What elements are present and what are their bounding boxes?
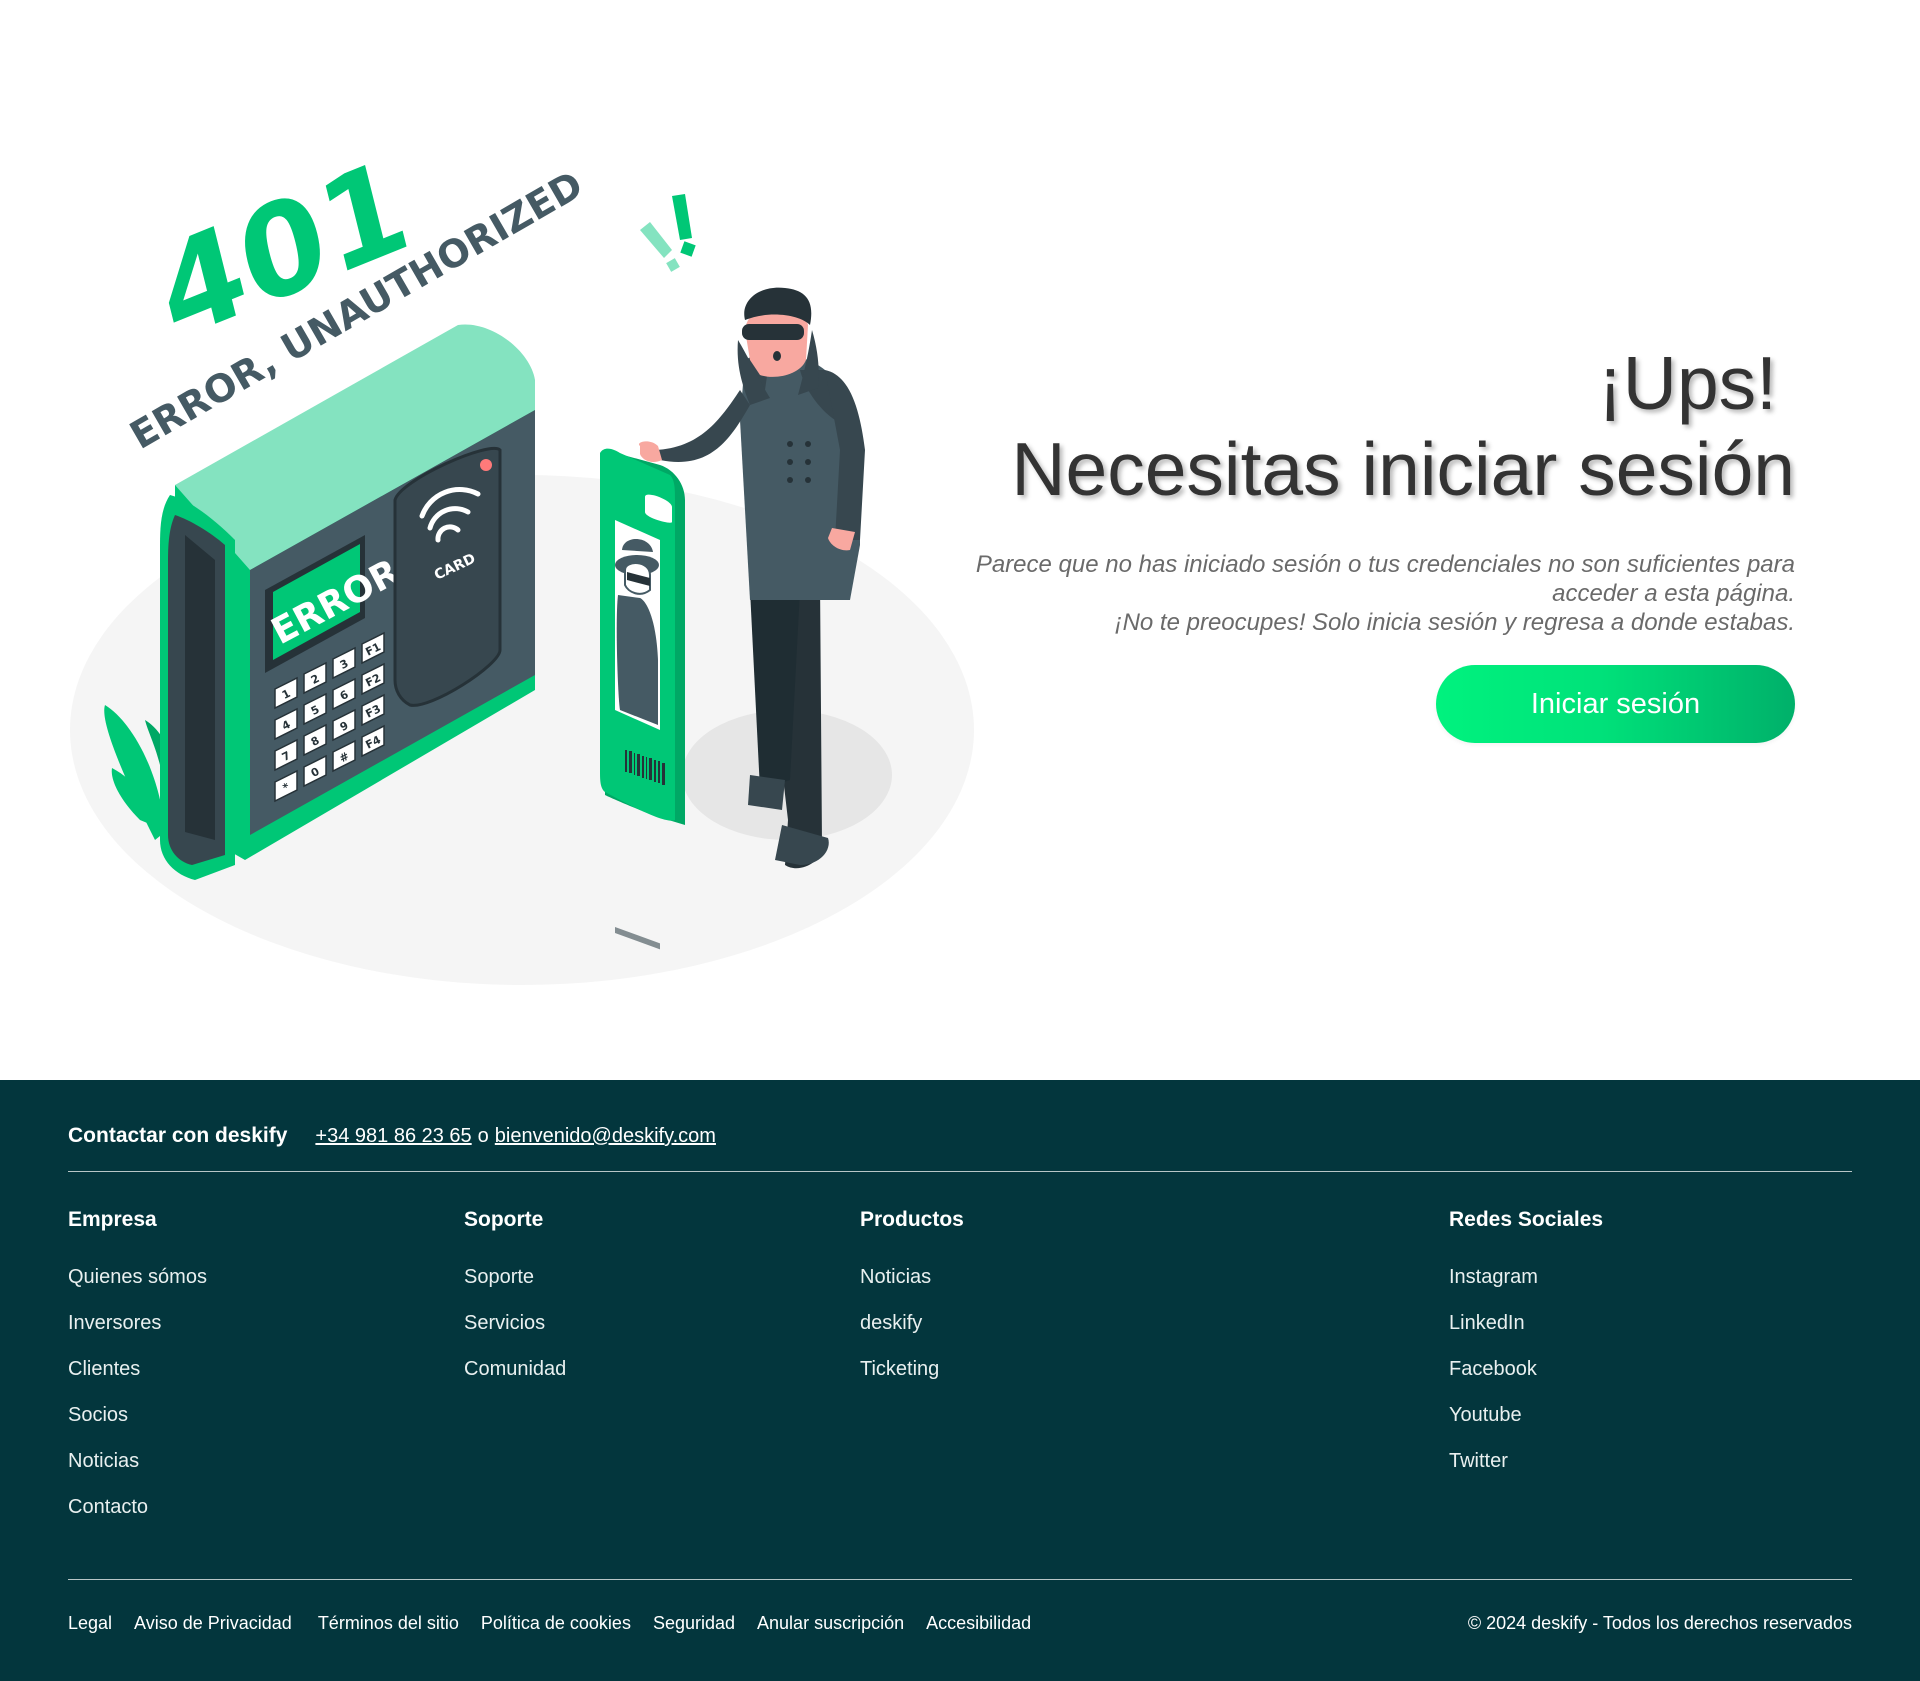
footer-divider-top [68, 1171, 1852, 1172]
accessibility-link[interactable]: Accesibilidad [926, 1613, 1031, 1634]
column-title: Redes Sociales [1449, 1208, 1604, 1231]
list-item: Clientes [68, 1346, 207, 1392]
list-item: Facebook [1449, 1346, 1603, 1392]
security-link[interactable]: Seguridad [653, 1613, 735, 1634]
footer-column-soporte: Soporte Soporte Servicios Comunidad [464, 1207, 566, 1392]
footer-column-redes-sociales: Redes Sociales Instagram LinkedIn Facebo… [1449, 1207, 1603, 1484]
description-line-1: Parece que no has iniciado sesión o tus … [975, 551, 1795, 578]
unsubscribe-link[interactable]: Anular suscripción [757, 1613, 904, 1634]
list-item: Instagram [1449, 1254, 1603, 1300]
footer-column-empresa: Empresa Quienes sómos Inversores Cliente… [68, 1207, 207, 1530]
footer-link[interactable]: Quienes sómos [68, 1266, 207, 1288]
footer-link[interactable]: Inversores [68, 1312, 161, 1334]
list-item: Twitter [1449, 1438, 1603, 1484]
footer-link[interactable]: Comunidad [464, 1358, 566, 1380]
sunglasses-icon [742, 324, 804, 340]
list-item: Socios [68, 1392, 207, 1438]
column-title: Empresa [68, 1208, 157, 1231]
list-item: Noticias [860, 1254, 964, 1300]
cookies-link[interactable]: Política de cookies [481, 1613, 631, 1634]
page-title: ¡Ups! Necesitas iniciar sesión [795, 340, 1795, 512]
list-item: Comunidad [464, 1346, 566, 1392]
footer-link[interactable]: deskify [860, 1312, 922, 1334]
footer-link[interactable]: Clientes [68, 1358, 140, 1380]
login-button[interactable]: Iniciar sesión [1436, 665, 1795, 743]
footer-link[interactable]: Soporte [464, 1266, 534, 1288]
list-item: Inversores [68, 1300, 207, 1346]
footer-link[interactable]: Servicios [464, 1312, 545, 1334]
exclamation-icon [640, 194, 696, 272]
footer-link[interactable]: Socios [68, 1404, 128, 1426]
list-item: Noticias [68, 1438, 207, 1484]
terms-link[interactable]: Términos del sitio [318, 1613, 459, 1634]
footer-link[interactable]: Facebook [1449, 1358, 1537, 1380]
column-title: Soporte [464, 1208, 544, 1231]
hero-section: 401 ERROR, UNAUTHORIZED ERROR CARD 1 2 3… [0, 0, 1920, 1080]
status-light [480, 459, 492, 471]
list-item: Contacto [68, 1484, 207, 1530]
list-item: deskify [860, 1300, 964, 1346]
contact-separator: o [477, 1125, 489, 1147]
headline: ¡Ups! Necesitas iniciar sesión [795, 340, 1795, 512]
list-item: LinkedIn [1449, 1300, 1603, 1346]
unauthorized-illustration: 401 ERROR, UNAUTHORIZED ERROR CARD 123F1… [70, 129, 974, 985]
list-item: Ticketing [860, 1346, 964, 1392]
description-line-2: acceder a esta página. [1552, 580, 1795, 607]
list-item: Servicios [464, 1300, 566, 1346]
copyright-text: © 2024 deskify - Todos los derechos rese… [1467, 1613, 1852, 1633]
footer-link[interactable]: Twitter [1449, 1450, 1508, 1472]
footer-link[interactable]: Youtube [1449, 1404, 1522, 1426]
list-item: Youtube [1449, 1392, 1603, 1438]
title-line-1: ¡Ups! [1597, 341, 1777, 425]
column-title: Productos [860, 1208, 964, 1231]
list-item: Quienes sómos [68, 1254, 207, 1300]
footer-link[interactable]: Ticketing [860, 1358, 939, 1380]
description-line-3: ¡No te preocupes! Solo inicia sesión y r… [1114, 609, 1795, 636]
contact-label: Contactar con deskify [68, 1124, 288, 1147]
privacy-link[interactable]: Aviso de Privacidad [134, 1613, 292, 1634]
footer-column-productos: Productos Noticias deskify Ticketing [860, 1207, 964, 1392]
footer-divider-bottom [68, 1579, 1852, 1580]
list-item: Soporte [464, 1254, 566, 1300]
spy-portrait-icon [615, 538, 659, 725]
title-line-2: Necesitas iniciar sesión [1011, 427, 1795, 511]
footer-link[interactable]: Noticias [68, 1450, 139, 1472]
legal-link[interactable]: Legal [68, 1613, 112, 1634]
footer-link[interactable]: Noticias [860, 1266, 931, 1288]
legal-links: Legal Aviso de Privacidad Términos del s… [68, 1613, 1053, 1634]
email-link[interactable]: bienvenido@deskify.com [495, 1125, 716, 1148]
footer-link[interactable]: Contacto [68, 1496, 148, 1518]
phone-link[interactable]: +34 981 86 23 65 [315, 1125, 471, 1148]
footer-link[interactable]: LinkedIn [1449, 1312, 1525, 1334]
description: Parece que no has iniciado sesión o tus … [875, 550, 1795, 637]
footer-link[interactable]: Instagram [1449, 1266, 1538, 1288]
contact-row: Contactar con deskify +34 981 86 23 65 o… [68, 1124, 716, 1148]
site-footer: Contactar con deskify +34 981 86 23 65 o… [0, 1080, 1920, 1681]
